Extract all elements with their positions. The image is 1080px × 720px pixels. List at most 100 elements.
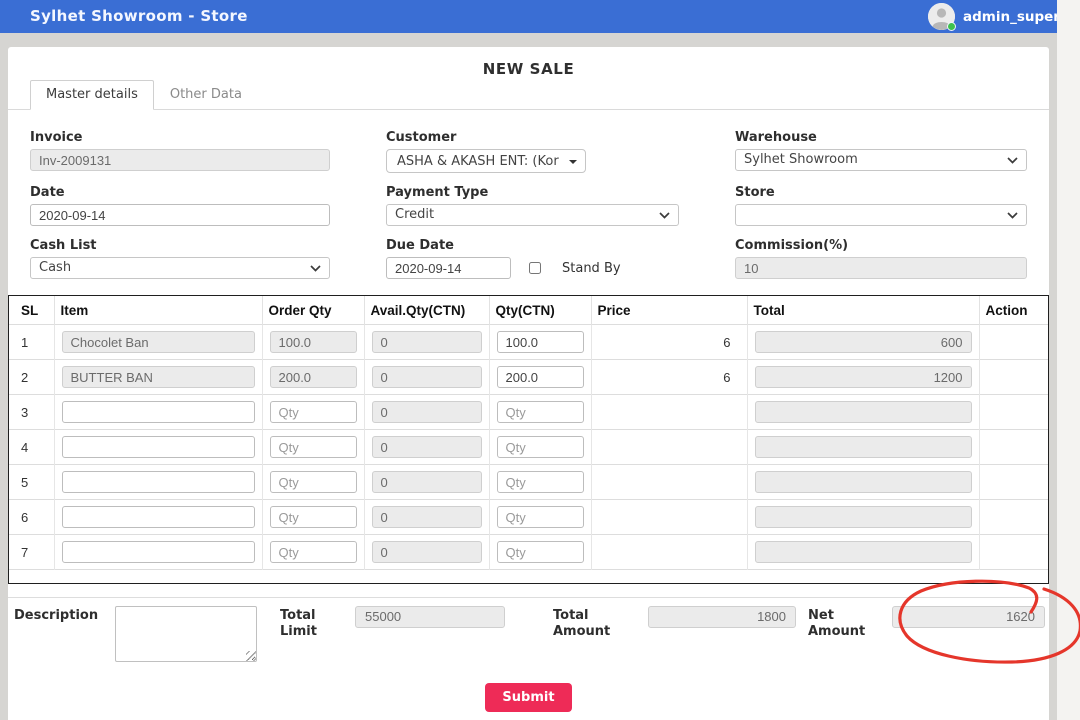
item-input[interactable] [62,541,255,563]
submit-button[interactable]: Submit [485,683,571,712]
table-row: 16 [9,325,1048,360]
tab-master-details[interactable]: Master details [30,80,154,110]
table-row: 7 [9,535,1048,570]
payment-type-label: Payment Type [386,185,679,200]
username-label: admin_super [963,9,1057,25]
total-limit-label: Total Limit [280,608,338,640]
payment-type-value: Credit [395,207,434,222]
net-amount-input [892,606,1045,628]
qty-input[interactable] [497,401,584,423]
qty-input[interactable] [497,331,584,353]
date-field: Date [30,185,330,226]
table-row: 5 [9,465,1048,500]
total-input [755,436,972,458]
items-table-header: SLItemOrder QtyAvail.Qty(CTN)Qty(CTN)Pri… [9,296,1048,325]
sl-cell: 7 [9,535,54,570]
action-cell [979,500,1048,535]
customer-value: ASHA & AKASH ENT: (Kor [397,154,559,169]
stand-by-label: Stand By [562,261,621,276]
order-qty-input[interactable] [270,401,357,423]
qty-input[interactable] [497,366,584,388]
cash-list-select[interactable]: Cash [30,257,330,279]
sl-cell: 6 [9,500,54,535]
price-value: 6 [591,325,747,360]
column-header: SL [9,296,54,325]
items-table-body: 162634567 [9,325,1048,583]
user-menu[interactable]: admin_super [928,3,1057,30]
chevron-down-icon [659,212,670,219]
items-table-container: SLItemOrder QtyAvail.Qty(CTN)Qty(CTN)Pri… [8,295,1049,584]
avail-qty-input [372,401,482,423]
date-input[interactable] [30,204,330,226]
total-input [755,331,972,353]
cash-list-label: Cash List [30,238,330,253]
total-amount-input [648,606,796,628]
customer-dropdown[interactable]: ASHA & AKASH ENT: (Kor [386,149,586,173]
description-textarea[interactable] [115,606,257,662]
table-row: 6 [9,500,1048,535]
order-qty-input[interactable] [270,436,357,458]
tab-bar: Master details Other Data [8,80,1049,110]
top-navbar: Sylhet Showroom - Store admin_super [0,0,1057,33]
description-label: Description [14,608,98,624]
sl-cell: 4 [9,430,54,465]
total-input [755,471,972,493]
sl-cell: 3 [9,395,54,430]
warehouse-field: Warehouse Sylhet Showroom [735,130,1027,173]
price-value [591,535,747,570]
column-header: Qty(CTN) [489,296,591,325]
column-header: Price [591,296,747,325]
order-qty-input[interactable] [270,471,357,493]
price-value [591,465,747,500]
invoice-label: Invoice [30,130,330,145]
commission-label: Commission(%) [735,238,1027,253]
qty-input[interactable] [497,471,584,493]
table-row: 4 [9,430,1048,465]
qty-input[interactable] [497,436,584,458]
payment-type-field: Payment Type Credit [386,185,679,226]
tab-other-data[interactable]: Other Data [154,80,258,110]
total-input [755,541,972,563]
store-select[interactable] [735,204,1027,226]
due-date-input[interactable] [386,257,511,279]
due-date-label: Due Date [386,238,679,253]
date-label: Date [30,185,330,200]
item-input[interactable] [62,506,255,528]
total-input [755,506,972,528]
order-qty-input[interactable] [270,506,357,528]
item-input[interactable] [62,401,255,423]
price-value [591,430,747,465]
total-limit-input [355,606,505,628]
chevron-down-icon [1007,212,1018,219]
table-row: 26 [9,360,1048,395]
invoice-field: Invoice [30,130,330,173]
order-qty-input[interactable] [270,541,357,563]
avail-qty-input [372,366,482,388]
commission-input [735,257,1027,279]
item-input [62,331,255,353]
action-cell [979,360,1048,395]
totals-section: Description Total Limit Total Amount Net… [8,598,1049,678]
item-input[interactable] [62,471,255,493]
chevron-down-icon [310,265,321,272]
column-header: Item [54,296,262,325]
order-qty-input [270,366,357,388]
customer-field: Customer ASHA & AKASH ENT: (Kor [386,130,679,173]
page-title: NEW SALE [8,47,1049,80]
stand-by-checkbox[interactable] [529,262,541,274]
qty-input[interactable] [497,506,584,528]
net-amount-label: Net Amount [808,608,870,640]
items-table: SLItemOrder QtyAvail.Qty(CTN)Qty(CTN)Pri… [9,296,1048,583]
avail-qty-input [372,506,482,528]
warehouse-select[interactable]: Sylhet Showroom [735,149,1027,171]
item-input[interactable] [62,436,255,458]
payment-type-select[interactable]: Credit [386,204,679,226]
app-window: Sylhet Showroom - Store admin_super NEW … [0,0,1057,720]
action-cell [979,535,1048,570]
user-avatar[interactable] [928,3,955,30]
action-cell [979,325,1048,360]
sl-cell: 1 [9,325,54,360]
total-input [755,401,972,423]
qty-input[interactable] [497,541,584,563]
warehouse-label: Warehouse [735,130,1027,145]
